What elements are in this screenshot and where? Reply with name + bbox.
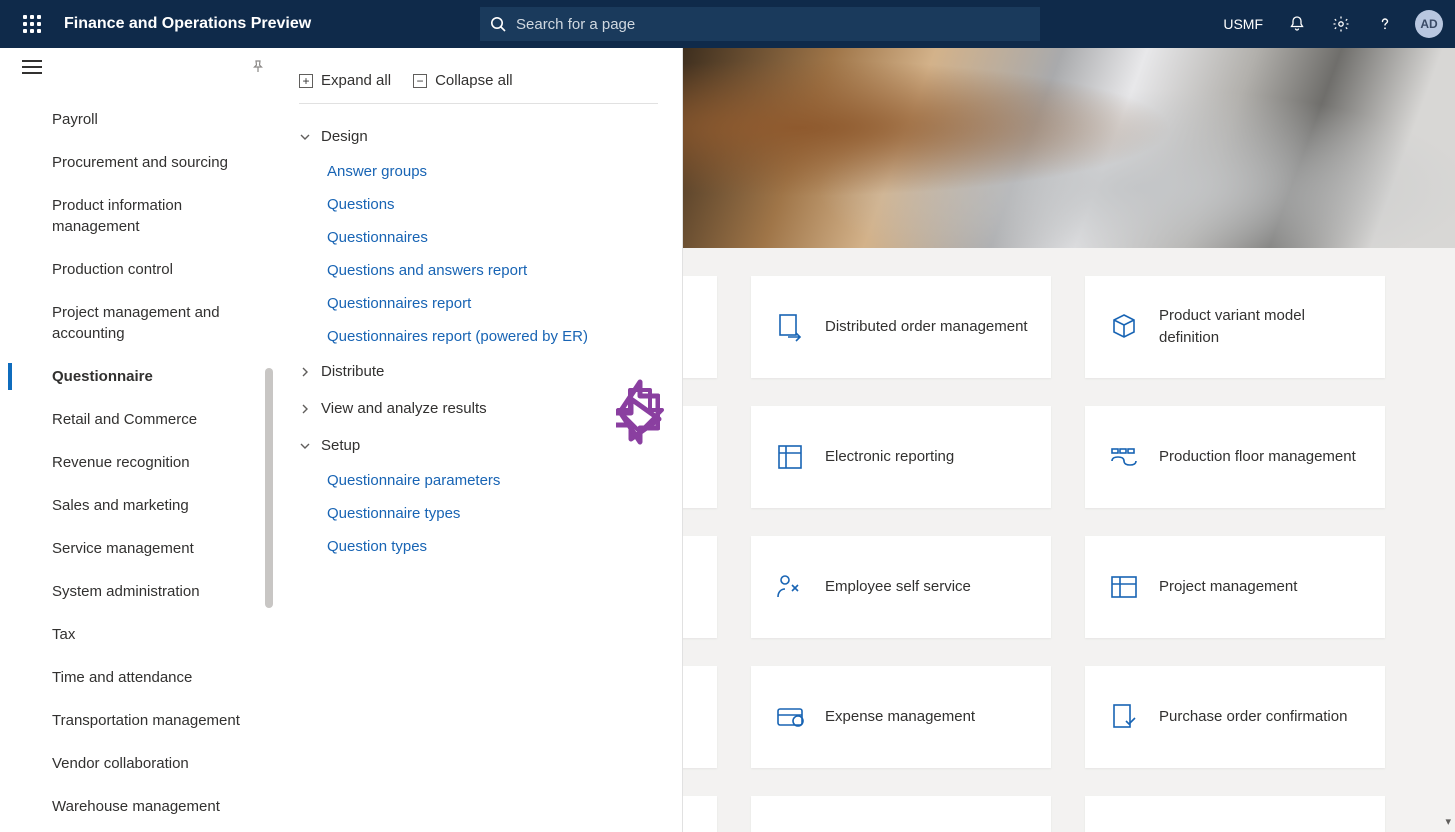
plan-icon <box>1107 570 1141 604</box>
workspace-card[interactable]: Employee self service <box>751 536 1051 638</box>
expand-icon: + <box>299 74 313 88</box>
sidebar-item[interactable]: Sales and marketing <box>0 484 275 527</box>
collapse-all-label: Collapse all <box>435 72 513 89</box>
topbar: Finance and Operations Preview USMF AD <box>0 0 1455 48</box>
sidebar-item[interactable]: Revenue recognition <box>0 441 275 484</box>
flyout-link[interactable]: Questions and answers report <box>327 254 658 287</box>
expand-all-button[interactable]: + Expand all <box>299 72 391 89</box>
sidebar-item[interactable]: Procurement and sourcing <box>0 141 275 184</box>
flyout-link[interactable]: Questionnaires <box>327 221 658 254</box>
search-box[interactable] <box>480 7 1040 41</box>
flyout-group-title: Distribute <box>321 363 384 380</box>
flyout-actions: + Expand all − Collapse all <box>299 48 658 104</box>
chevron-right-icon <box>299 403 311 415</box>
workspace-card[interactable]: Project management <box>1085 536 1385 638</box>
sidebar-item[interactable]: Service management <box>0 527 275 570</box>
chevron-down-icon[interactable]: ▾ <box>1445 815 1451 828</box>
factory-icon <box>1107 440 1141 474</box>
workspace-label: Distributed order management <box>825 316 1028 338</box>
avatar[interactable]: AD <box>1415 10 1443 38</box>
bell-icon[interactable] <box>1277 0 1317 48</box>
flyout-panel: + Expand all − Collapse all Design Answer… <box>275 48 683 832</box>
sidebar: PayrollProcurement and sourcingProduct i… <box>0 48 275 832</box>
app-title: Finance and Operations Preview <box>64 15 311 33</box>
flyout-link[interactable]: Questionnaire parameters <box>327 464 658 497</box>
workspace-card[interactable]: Production floor management <box>1085 406 1385 508</box>
workspace-card[interactable] <box>683 536 717 638</box>
flyout-group-title: View and analyze results <box>321 400 487 417</box>
sidebar-item[interactable]: Production control <box>0 248 275 291</box>
banner-image <box>683 48 1455 248</box>
flyout-link[interactable]: Questionnaires report (powered by ER) <box>327 320 658 353</box>
search-icon <box>490 16 506 32</box>
chevron-down-icon <box>299 131 311 143</box>
scrollbar-thumb[interactable] <box>265 368 273 608</box>
flyout-link[interactable]: Question types <box>327 530 658 563</box>
collapse-icon: − <box>413 74 427 88</box>
sheet-grid-icon <box>773 440 807 474</box>
workspace-card[interactable]: Purchase order confirmation <box>1085 666 1385 768</box>
sidebar-item[interactable]: Questionnaire <box>0 355 275 398</box>
workspace-label: Electronic reporting <box>825 446 954 468</box>
doc-check-icon <box>1107 700 1141 734</box>
sidebar-item[interactable]: System administration <box>0 570 275 613</box>
content-area: Distributed order management Product vari… <box>683 48 1455 832</box>
workspace-label: Production floor management <box>1159 446 1356 468</box>
collapse-all-button[interactable]: − Collapse all <box>413 72 513 89</box>
sidebar-item[interactable]: Transportation management <box>0 699 275 742</box>
help-icon[interactable] <box>1365 0 1405 48</box>
sidebar-item[interactable]: Retail and Commerce <box>0 398 275 441</box>
workspace-card[interactable] <box>683 406 717 508</box>
module-list[interactable]: PayrollProcurement and sourcingProduct i… <box>0 86 275 832</box>
people-icon <box>773 570 807 604</box>
sidebar-item[interactable]: Project management and accounting <box>0 291 275 355</box>
flyout-group-header[interactable]: Setup <box>299 427 658 464</box>
flyout-group-header[interactable]: Design <box>299 118 658 155</box>
hamburger-icon[interactable] <box>22 60 42 74</box>
workspace-card[interactable]: Expense management <box>751 666 1051 768</box>
expand-all-label: Expand all <box>321 72 391 89</box>
chevron-down-icon <box>299 440 311 452</box>
chevron-right-icon <box>299 366 311 378</box>
app-launcher-icon[interactable] <box>8 0 56 48</box>
workspace-label: Purchase order confirmation <box>1159 706 1347 728</box>
sidebar-item[interactable]: Vendor collaboration <box>0 742 275 785</box>
flyout-group-title: Design <box>321 128 368 145</box>
card-icon <box>773 700 807 734</box>
sidebar-item[interactable]: Tax <box>0 613 275 656</box>
workspace-card[interactable]: Product variant model definition <box>1085 276 1385 378</box>
flyout-group-header[interactable]: View and analyze results <box>299 390 658 427</box>
workspace-grid: Distributed order management Product vari… <box>683 248 1455 832</box>
pin-icon[interactable] <box>251 60 265 74</box>
workspace-card[interactable] <box>683 276 717 378</box>
workspace-label: Expense management <box>825 706 975 728</box>
sidebar-item[interactable]: Product information management <box>0 184 275 248</box>
workspace-card[interactable] <box>683 796 717 832</box>
workspace-card[interactable]: Electronic reporting <box>751 406 1051 508</box>
flyout-link[interactable]: Questions <box>327 188 658 221</box>
workspace-label: Employee self service <box>825 576 971 598</box>
cube-icon <box>1107 310 1141 344</box>
sidebar-top <box>0 48 275 86</box>
sidebar-item[interactable]: Warehouse management <box>0 785 275 828</box>
main: PayrollProcurement and sourcingProduct i… <box>0 48 1455 832</box>
flyout-group-header[interactable]: Distribute <box>299 353 658 390</box>
gear-icon[interactable] <box>1321 0 1361 48</box>
header-right: USMF AD <box>1213 0 1447 48</box>
sidebar-item[interactable]: Time and attendance <box>0 656 275 699</box>
workspace-card[interactable]: Purchase order preparation <box>1085 796 1385 832</box>
company-selector[interactable]: USMF <box>1213 16 1273 32</box>
flyout-link[interactable]: Questionnaires report <box>327 287 658 320</box>
flyout-link[interactable]: Answer groups <box>327 155 658 188</box>
workspace-label: Project management <box>1159 576 1297 598</box>
sidebar-item[interactable]: Payroll <box>0 98 275 141</box>
search-input[interactable] <box>516 16 1030 33</box>
workspace-label: Product variant model definition <box>1159 305 1363 349</box>
doc-arrow-icon <box>773 310 807 344</box>
workspace-card[interactable]: Distributed order management <box>751 276 1051 378</box>
workspace-card[interactable] <box>683 666 717 768</box>
flyout-group-title: Setup <box>321 437 360 454</box>
workspace-card[interactable]: Feature management <box>751 796 1051 832</box>
flyout-link[interactable]: Questionnaire types <box>327 497 658 530</box>
